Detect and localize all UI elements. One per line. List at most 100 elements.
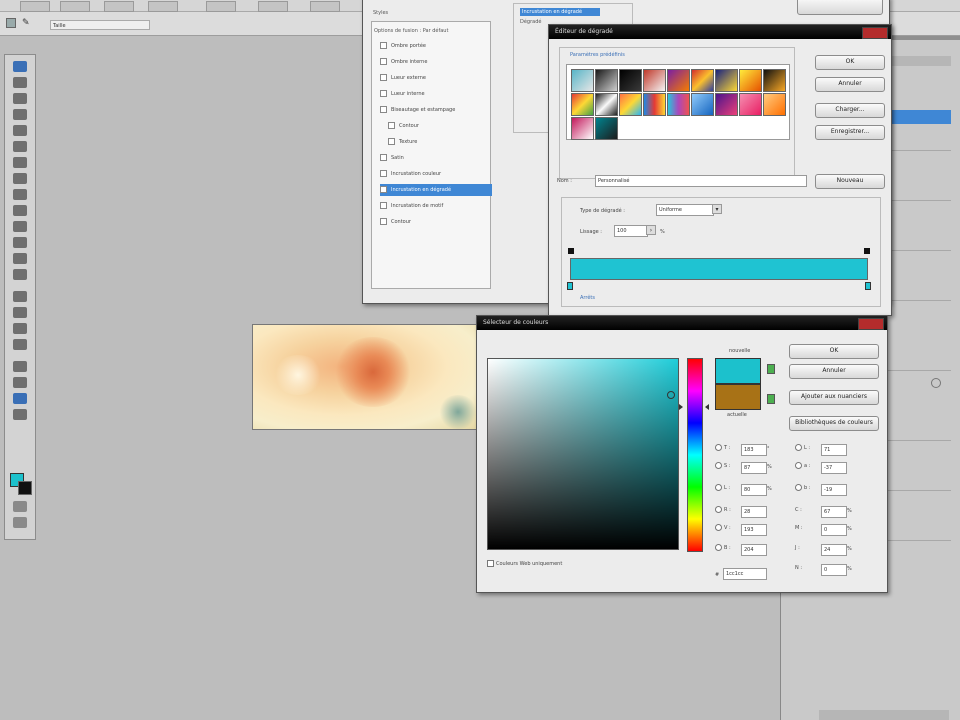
style-item[interactable]: Contour [380,216,492,228]
color-field-cursor[interactable] [667,391,675,399]
style-item[interactable]: Satin [380,152,492,164]
eyedropper-icon[interactable]: ✎ [22,18,32,28]
black-input[interactable]: 0 [821,564,847,576]
style-item[interactable]: Incrustation de motif [380,200,492,212]
add-to-swatches-button[interactable]: Ajouter aux nuanciers [789,390,879,405]
gradient-preset-swatch[interactable] [595,69,618,92]
color-stop-icon[interactable] [865,282,871,290]
gradient-name-input[interactable]: Personnalisé [595,175,807,187]
checkbox-icon[interactable] [380,218,387,225]
slice-tool-icon[interactable] [13,141,27,152]
close-icon[interactable] [862,27,888,39]
style-item[interactable]: Lueur interne [380,88,492,100]
style-item[interactable]: Ombre portée [380,40,492,52]
gradient-preset-swatch[interactable] [667,69,690,92]
gradient-preset-swatch[interactable] [619,69,642,92]
saturation-input[interactable]: 87 [741,462,767,474]
checkbox-icon[interactable] [380,90,387,97]
opacity-stop-icon[interactable] [864,248,870,254]
radio-icon[interactable] [715,506,722,513]
brightness-input[interactable]: 80 [741,484,767,496]
notes-tool-icon[interactable] [13,361,27,372]
close-icon[interactable] [858,318,884,330]
pen-tool-icon[interactable] [13,291,27,302]
gradient-preset-swatch[interactable] [739,93,762,116]
radio-icon[interactable] [795,462,802,469]
menu-tab[interactable] [104,1,134,12]
radio-icon[interactable] [715,524,722,531]
tool-preset-icon[interactable] [6,18,16,28]
color-ok-button[interactable]: OK [789,344,879,359]
hand-tool-icon[interactable] [13,393,27,404]
checkbox-icon[interactable] [380,186,387,193]
lasso-tool-icon[interactable] [13,93,27,104]
gradient-preset-swatch[interactable] [763,69,786,92]
gradient-preset-swatch[interactable] [571,93,594,116]
red-input[interactable]: 28 [741,506,767,518]
magenta-input[interactable]: 0 [821,524,847,536]
checkbox-icon[interactable] [380,42,387,49]
canvas-image[interactable] [252,324,478,430]
healing-tool-icon[interactable] [13,157,27,168]
checkbox-icon[interactable] [380,74,387,81]
checkbox-icon[interactable] [380,202,387,209]
gradient-preset-swatch[interactable] [643,93,666,116]
checkbox-icon[interactable] [388,122,395,129]
menu-tab[interactable] [310,1,340,12]
cube-icon[interactable] [767,364,775,374]
blending-options-item[interactable]: Options de fusion : Par défaut [374,26,488,36]
lab-a-input[interactable]: -37 [821,462,847,474]
gradient-save-button[interactable]: Enregistrer... [815,125,885,140]
menu-tab[interactable] [206,1,236,12]
color-cancel-button[interactable]: Annuler [789,364,879,379]
hue-slider[interactable] [687,358,703,552]
radio-icon[interactable] [795,484,802,491]
radio-icon[interactable] [715,484,722,491]
current-color-swatch[interactable] [715,384,761,410]
opacity-stop-icon[interactable] [568,248,574,254]
gradient-load-button[interactable]: Charger... [815,103,885,118]
screen-mode-icon[interactable] [13,517,27,528]
style-item[interactable]: Biseautage et estampage [380,104,492,116]
arrow-right-icon[interactable]: › [646,225,656,235]
menu-tab[interactable] [258,1,288,12]
background-color-swatch[interactable] [18,481,32,495]
panel-button-icon[interactable] [931,378,941,388]
panel-selected-row[interactable] [891,110,951,124]
smoothness-input[interactable]: 100 [614,225,648,237]
checkbox-icon[interactable] [380,106,387,113]
hue-slider-arrow-icon[interactable] [705,404,709,410]
gradient-preset-swatch[interactable] [571,117,594,140]
gradient-preset-swatch[interactable] [595,117,618,140]
type-tool-icon[interactable] [13,307,27,318]
style-item[interactable]: Lueur externe [380,72,492,84]
yellow-input[interactable]: 24 [821,544,847,556]
gradient-preset-swatch[interactable] [667,93,690,116]
eyedropper-tool-icon[interactable] [13,377,27,388]
gradient-preset-swatch[interactable] [595,93,618,116]
color-libraries-button[interactable]: Bibliothèques de couleurs [789,416,879,431]
color-stop-icon[interactable] [567,282,573,290]
gradient-preset-swatch[interactable] [739,69,762,92]
hex-input[interactable]: 1cc1cc [723,568,767,580]
layer-style-ok-button[interactable] [797,0,883,15]
gradient-tool-icon[interactable] [13,237,27,248]
gradient-type-select[interactable]: Uniforme [656,204,714,216]
lab-l-input[interactable]: 71 [821,444,847,456]
stamp-tool-icon[interactable] [13,189,27,200]
color-field[interactable] [487,358,679,550]
radio-icon[interactable] [715,462,722,469]
marquee-tool-icon[interactable] [13,77,27,88]
zoom-tool-icon[interactable] [13,409,27,420]
checkbox-icon[interactable] [380,154,387,161]
checkbox-icon[interactable] [487,560,494,567]
menu-tab[interactable] [20,1,50,12]
checkbox-icon[interactable] [380,58,387,65]
lab-b-input[interactable]: -19 [821,484,847,496]
menu-tab[interactable] [60,1,90,12]
path-selection-tool-icon[interactable] [13,323,27,334]
tool-size-field[interactable]: Taille [50,20,150,30]
brush-tool-icon[interactable] [13,173,27,184]
hue-input[interactable]: 183 [741,444,767,456]
style-item-selected[interactable]: Incrustation en dégradé [380,184,492,196]
